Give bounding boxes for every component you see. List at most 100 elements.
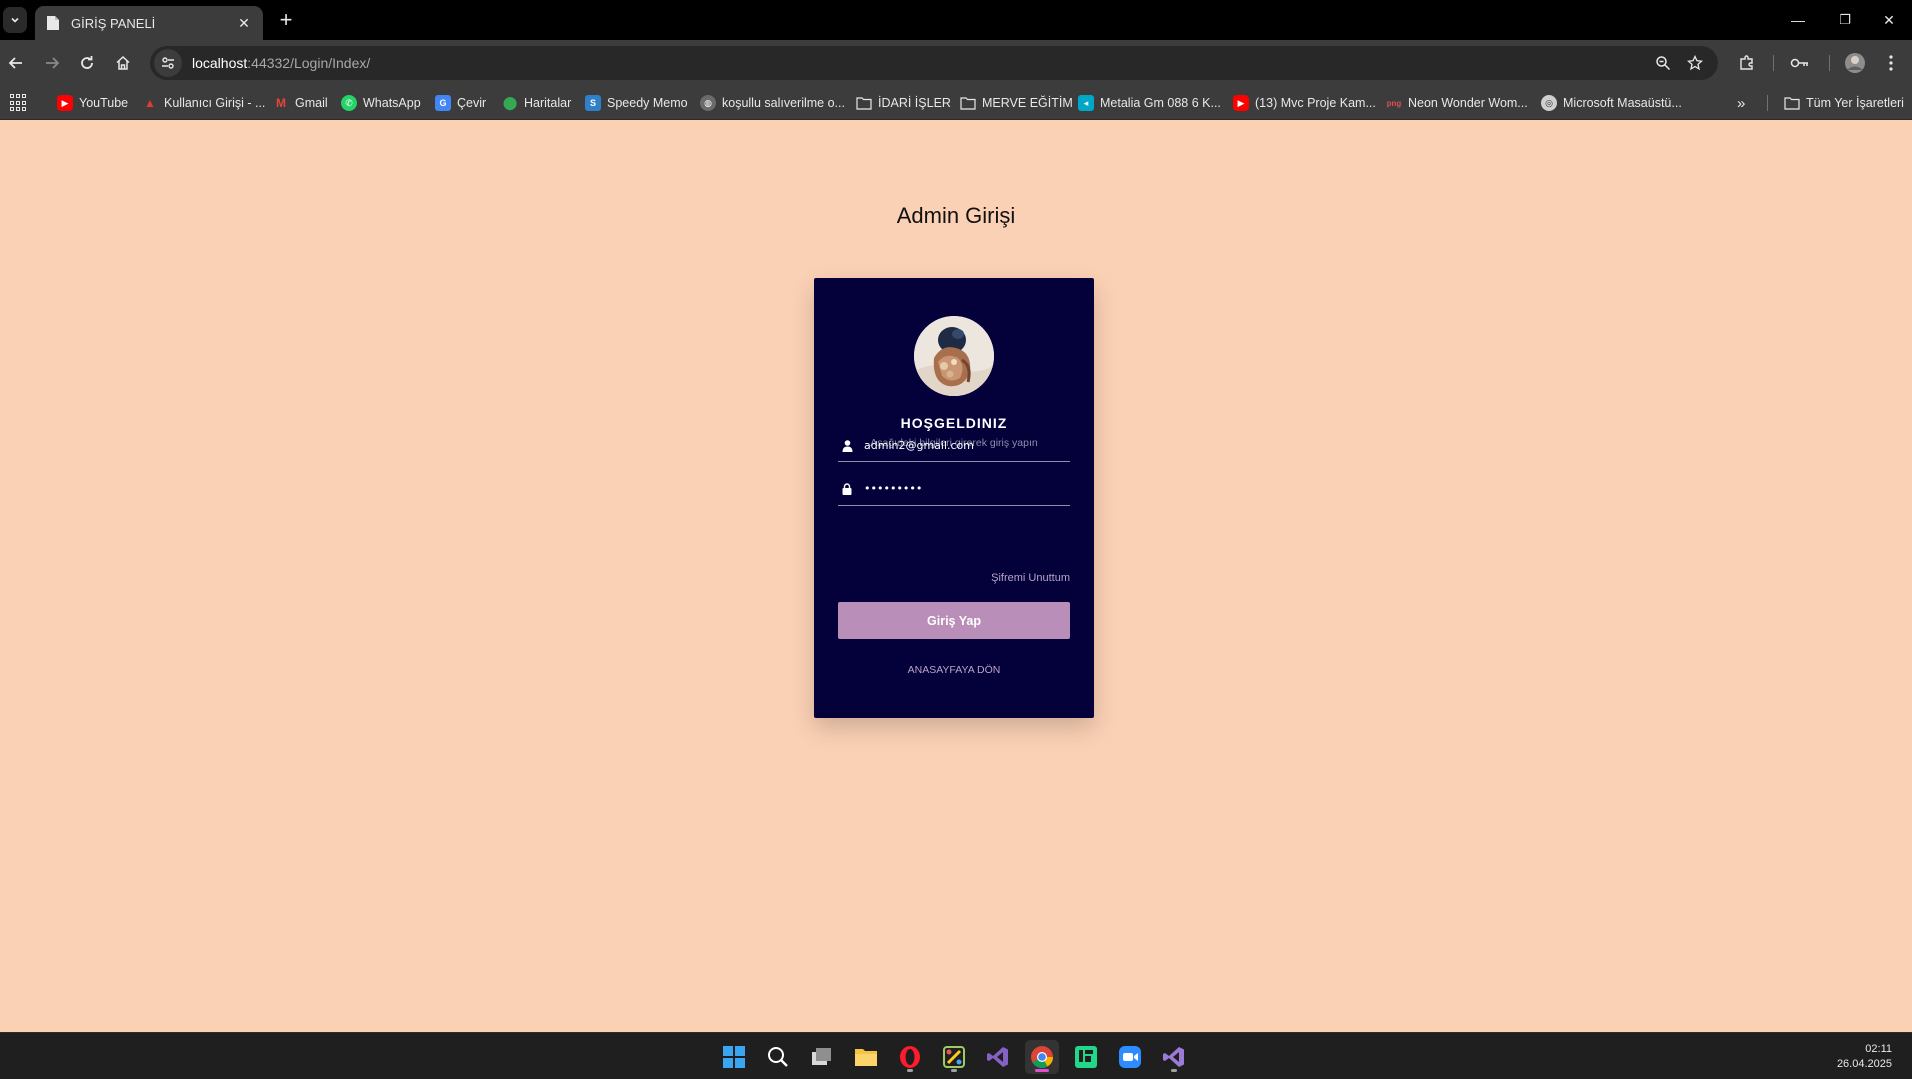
password-field [838,472,1070,506]
page-favicon-icon [45,15,61,31]
taskbar-zoom[interactable] [1113,1040,1147,1074]
system-clock[interactable]: 02:11 26.04.2025 [1837,1042,1892,1072]
browser-toolbar: localhost:44332/Login/Index/ [0,40,1912,86]
windows-taskbar: 02:11 26.04.2025 [0,1032,1912,1079]
active-tab[interactable]: GİRİŞ PANELİ ✕ [35,6,263,40]
avatar-photo [914,316,994,396]
forward-button[interactable] [37,48,67,78]
globe-icon: ◍ [700,95,716,111]
new-tab-button[interactable]: + [274,8,298,32]
taskbar-chrome[interactable] [1025,1040,1059,1074]
bookmark-maps[interactable]: ⬤ Haritalar [502,93,572,113]
bookmark-folder-idari[interactable]: İDARİ İŞLER [856,93,951,113]
restore-button[interactable]: ❐ [1822,0,1868,40]
minimize-button[interactable]: — [1775,0,1821,40]
bookmark-user-login[interactable]: ▲ Kullanıcı Girişi - ... [142,93,265,113]
translate-icon: G [435,95,451,111]
taskbar-visual-studio-2[interactable] [1157,1040,1191,1074]
bookmark-mvc-project[interactable]: ▶ (13) Mvc Proje Kam... [1233,93,1376,113]
taskbar-file-explorer[interactable] [849,1040,883,1074]
tab-search-button[interactable] [3,7,27,33]
more-vertical-icon [1889,55,1893,71]
reload-button[interactable] [72,48,102,78]
bookmark-label: (13) Mvc Proje Kam... [1255,96,1376,110]
taskbar-task-view[interactable] [805,1040,839,1074]
all-bookmarks-label: Tüm Yer İşaretleri [1806,96,1904,110]
taskbar-search-button[interactable] [761,1040,795,1074]
bookmark-label: Microsoft Masaüstü... [1563,96,1682,110]
paint-icon [943,1046,965,1068]
folder-icon [1784,97,1800,110]
visual-studio-icon [987,1047,1008,1067]
search-icon [768,1047,788,1067]
all-bookmarks-button[interactable]: Tüm Yer İşaretleri [1784,93,1904,113]
bookmark-parole[interactable]: ◍ koşullu salıverilme o... [700,93,845,113]
back-button[interactable] [1,48,31,78]
home-button[interactable] [108,48,138,78]
avatar [914,316,994,396]
tab-close-icon[interactable]: ✕ [235,14,253,32]
profile-avatar[interactable] [1840,48,1870,78]
extensions-button[interactable] [1732,48,1762,78]
taskbar-jetbrains[interactable] [1069,1040,1103,1074]
login-button[interactable]: Giriş Yap [838,602,1070,639]
bookmark-microsoft-desktop[interactable]: ◎ Microsoft Masaüstü... [1541,93,1682,113]
password-manager-button[interactable] [1785,48,1815,78]
running-indicator [907,1069,913,1072]
arrow-left-icon [8,57,22,69]
back-to-home-link[interactable]: ANASAYFAYA DÖN [814,664,1094,676]
png-icon: png [1386,98,1402,108]
maps-icon: ⬤ [502,95,518,110]
welcome-heading: HOŞGELDINIZ [900,415,1008,431]
bookmark-label: WhatsApp [363,96,421,110]
start-icon [723,1046,745,1068]
zoom-icon[interactable] [1649,49,1677,77]
bookmark-neon-wonder[interactable]: png Neon Wonder Wom... [1386,93,1528,113]
page-title: Admin Girişi [896,203,1016,228]
home-icon [116,55,130,70]
close-window-button[interactable]: ✕ [1866,0,1912,40]
email-input[interactable] [864,439,1070,452]
browser-menu-button[interactable] [1876,48,1906,78]
bookmarks-bar: ▶ YouTube ▲ Kullanıcı Girişi - ... M Gma… [0,86,1912,120]
tab-strip: GİRİŞ PANELİ ✕ + — ❐ ✕ [0,0,1912,40]
clock-time: 02:11 [1865,1043,1892,1055]
bookmark-label: İDARİ İŞLER [878,96,951,110]
bookmark-whatsapp[interactable]: ✆ WhatsApp [341,93,421,113]
taskbar-paint[interactable] [937,1040,971,1074]
bookmark-label: Neon Wonder Wom... [1408,96,1528,110]
bookmark-translate[interactable]: G Çevir [435,93,486,113]
forgot-password-link[interactable]: Şifremi Unuttum [991,572,1070,584]
clock-date: 26.04.2025 [1836,1058,1892,1070]
site-settings-icon[interactable] [154,49,182,77]
bookmark-label: Speedy Memo [607,96,688,110]
bookmark-gmail[interactable]: M Gmail [273,93,328,113]
bookmark-label: YouTube [79,96,129,110]
bookmark-youtube[interactable]: ▶ YouTube [57,93,128,113]
reload-icon [81,56,93,69]
arrow-right-icon [46,57,60,69]
bookmark-star-icon[interactable] [1681,49,1709,77]
running-indicator [1035,1069,1049,1072]
chrome-icon [1031,1046,1053,1068]
taskbar-start-button[interactable] [717,1040,751,1074]
bookmark-folder-merve[interactable]: MERVE EĞİTİM [960,93,1073,113]
bookmarks-divider [1767,95,1768,111]
bookmark-metalia[interactable]: ◂ Metalia Gm 088 6 K... [1078,93,1221,113]
running-indicator [951,1069,957,1072]
microsoft-icon: ◎ [1541,95,1557,111]
taskbar-opera[interactable] [893,1040,927,1074]
chevron-down-icon [11,17,19,23]
taskbar-visual-studio[interactable] [981,1040,1015,1074]
apps-grid-icon[interactable] [10,94,28,112]
bookmarks-overflow-button[interactable]: » [1737,93,1745,113]
bookmark-label: MERVE EĞİTİM [982,96,1073,110]
address-bar[interactable]: localhost:44332/Login/Index/ [150,46,1718,80]
gmail-icon: M [276,96,286,110]
task-view-icon [812,1048,831,1065]
bookmark-speedy-memo[interactable]: S Speedy Memo [585,93,688,113]
running-indicator [1171,1069,1177,1072]
whatsapp-icon: ✆ [341,95,357,111]
password-input[interactable] [864,482,1070,495]
url-host: localhost [192,55,248,71]
